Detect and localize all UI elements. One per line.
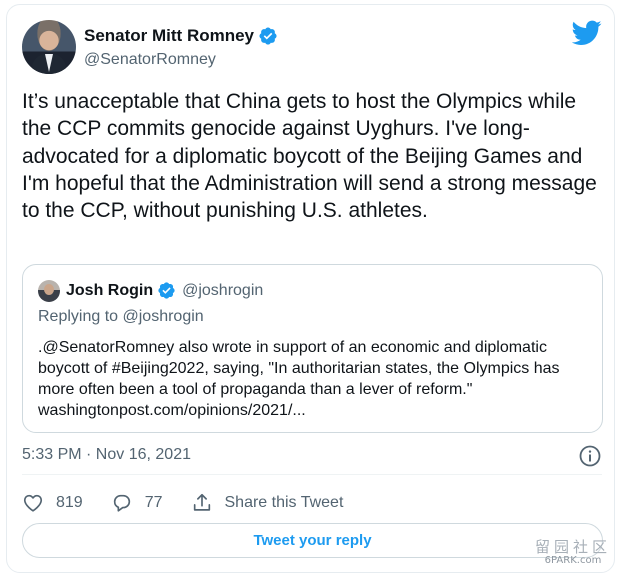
action-bar: 819 77 Share this Tweet: [22, 488, 371, 518]
reply-count: 77: [144, 494, 163, 511]
verified-badge-icon: [259, 27, 277, 45]
site-watermark: 留园社区 6PARK.com: [528, 536, 618, 566]
author-display-name[interactable]: Senator Mitt Romney: [84, 26, 254, 46]
tweet-text: It’s unacceptable that China gets to hos…: [22, 90, 597, 223]
divider: [22, 474, 602, 475]
like-count: 819: [56, 494, 83, 511]
like-action[interactable]: 819: [22, 492, 83, 514]
share-icon: [193, 493, 210, 511]
twitter-bird-icon[interactable]: [572, 20, 602, 46]
share-action[interactable]: Share this Tweet: [191, 492, 344, 514]
verified-badge-icon: [158, 282, 175, 299]
author-name-row: Senator Mitt Romney: [84, 26, 278, 46]
watermark-chinese: 留园社区: [534, 538, 611, 556]
author-handle[interactable]: @SenatorRomney: [84, 51, 216, 69]
author-avatar[interactable]: [22, 20, 76, 74]
heart-icon: [23, 494, 43, 512]
quote-author-handle: @joshrogin: [182, 281, 264, 299]
tweet-your-reply-button[interactable]: Tweet your reply: [22, 523, 603, 558]
tweet-timestamp[interactable]: 5:33 PM · Nov 16, 2021: [22, 446, 191, 464]
quoted-tweet[interactable]: Josh Rogin @joshrogin Replying to @joshr…: [22, 264, 603, 433]
quote-text: .@SenatorRomney also wrote in support of…: [38, 339, 560, 419]
tweet-header: Senator Mitt Romney @SenatorRomney: [22, 20, 612, 76]
info-icon[interactable]: [578, 444, 602, 468]
share-label: Share this Tweet: [224, 494, 344, 511]
replying-prefix: Replying to: [38, 308, 119, 325]
quote-author-avatar: [38, 280, 60, 302]
quote-author-name: Josh Rogin: [66, 281, 154, 299]
quote-author-row: Josh Rogin @joshrogin: [66, 281, 263, 300]
reply-bubble-icon: [113, 494, 130, 512]
quote-replying-to: Replying to @joshrogin: [38, 308, 204, 326]
reply-action[interactable]: 77: [111, 492, 163, 514]
replying-mention: @joshrogin: [122, 308, 204, 325]
